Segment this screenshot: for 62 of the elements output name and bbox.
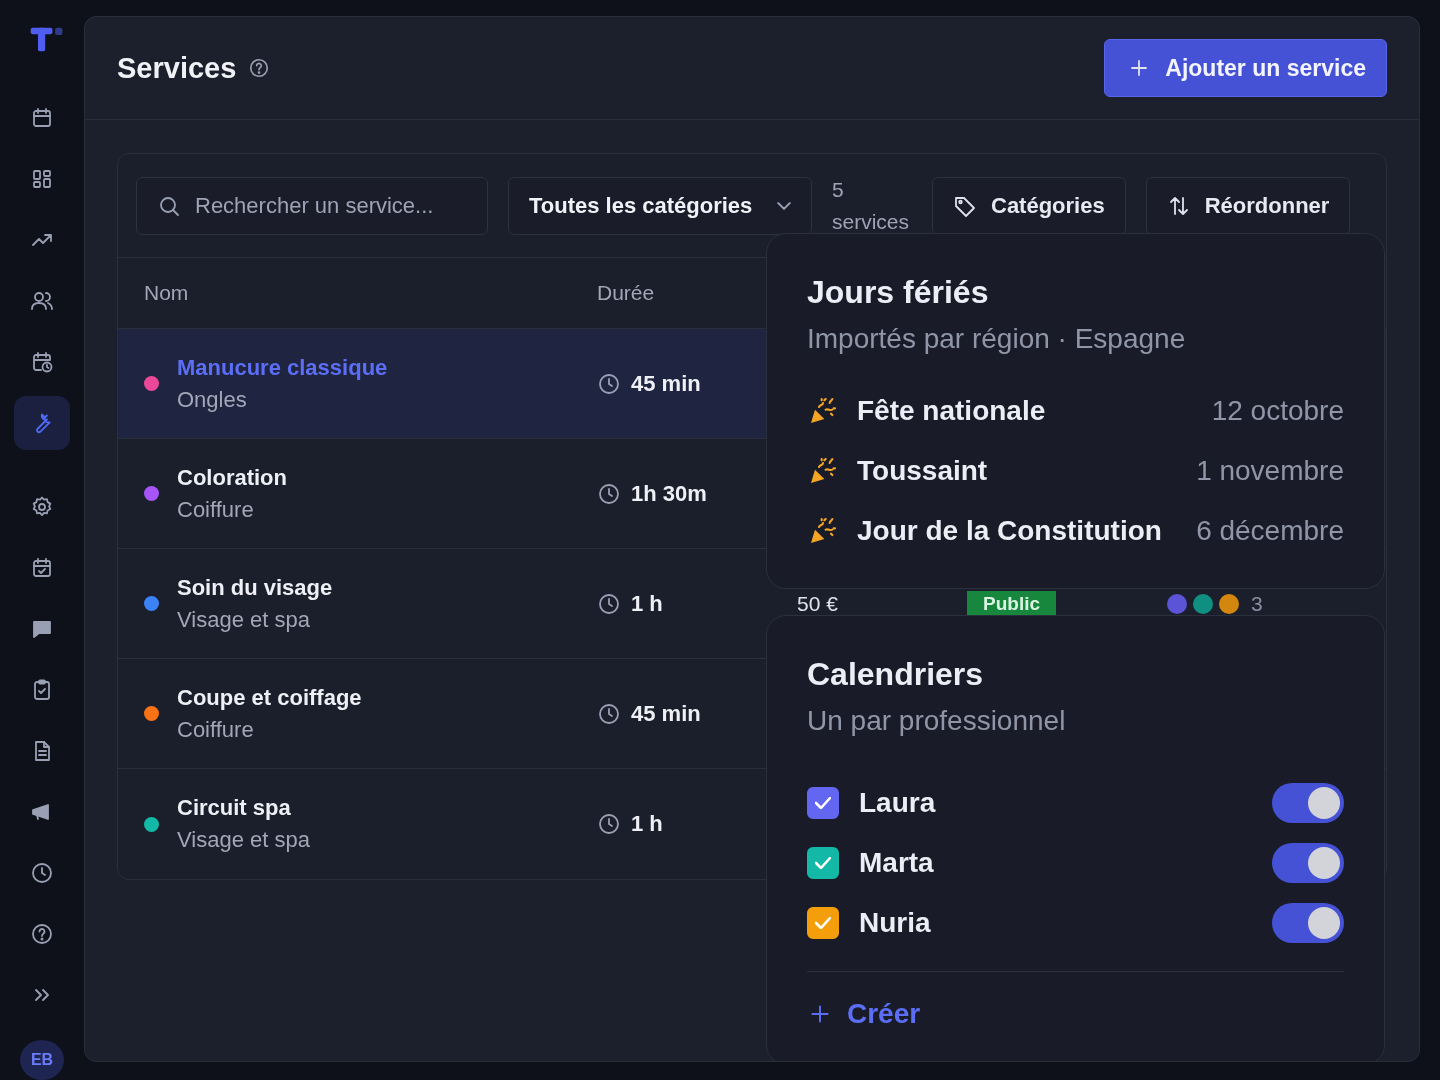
search-input[interactable]: Rechercher un service... xyxy=(193,191,467,220)
user-avatar[interactable]: EB xyxy=(20,1040,64,1080)
checkbox[interactable] xyxy=(807,787,839,819)
category-dropdown[interactable]: Toutes les catégories xyxy=(508,176,812,235)
holiday-date: 12 octobre xyxy=(1211,395,1344,427)
popover-title: Jours fériés xyxy=(807,274,990,311)
check-icon xyxy=(815,857,831,869)
popover-subtitle: Un par professionnel xyxy=(807,705,1067,737)
holiday-date: 6 décembre xyxy=(1196,515,1344,547)
clock-icon xyxy=(597,371,621,396)
holiday-name: Jour de la Constitution xyxy=(857,515,1162,547)
create-link[interactable]: Créer xyxy=(807,998,1344,1030)
search-field[interactable]: Rechercher un service... xyxy=(136,176,488,235)
clock-icon xyxy=(597,701,621,726)
toggle-switch[interactable] xyxy=(1272,903,1344,943)
service-category: Visage et spa xyxy=(177,606,311,633)
page-title: Services xyxy=(117,51,237,85)
duration-text: 45 min xyxy=(631,700,701,727)
clock-icon xyxy=(30,861,54,886)
service-name: Coupe et coiffage xyxy=(177,684,362,711)
check-icon xyxy=(815,917,831,929)
service-category: Visage et spa xyxy=(177,827,310,853)
holiday-name: Toussaint xyxy=(857,455,988,487)
service-name: Circuit spa xyxy=(177,795,292,821)
visibility-badge: Public xyxy=(967,590,1056,616)
duration-text: 1 h xyxy=(631,811,663,837)
calendar-name: Marta xyxy=(859,847,934,879)
check-icon xyxy=(815,797,831,809)
service-category: Coiffure xyxy=(177,716,255,743)
service-name: Soin du visage xyxy=(177,574,333,601)
duration-text: 1h 30m xyxy=(631,480,707,507)
column-header: Durée xyxy=(597,281,656,305)
column-header: Nom xyxy=(144,281,190,305)
service-category: Ongles xyxy=(177,386,248,413)
service-count: 5 services xyxy=(832,176,911,235)
calendar-name: Laura xyxy=(859,787,936,819)
reorder-button[interactable]: Réordonner xyxy=(1145,176,1351,235)
categories-button[interactable]: Catégories xyxy=(932,176,1126,235)
toggle-switch[interactable] xyxy=(1272,843,1344,883)
duration-text: 1 h xyxy=(631,590,663,617)
holiday-date: 1 novembre xyxy=(1196,455,1344,487)
staff-count: 3 xyxy=(1251,591,1263,616)
add-service-button[interactable]: Ajouter un service xyxy=(1104,39,1387,97)
price-text: 50 € xyxy=(797,591,839,616)
help-icon xyxy=(248,57,271,79)
calendar-name: Nuria xyxy=(859,907,931,939)
clock-icon xyxy=(597,481,621,506)
service-name: Manucure classique xyxy=(177,354,388,381)
clock-icon xyxy=(597,812,621,836)
calendar-clock-icon xyxy=(30,350,54,375)
service-name: Coloration xyxy=(177,464,287,491)
popover-title: Calendriers xyxy=(807,656,985,693)
duration-text: 45 min xyxy=(631,370,701,397)
help-icon xyxy=(30,922,54,947)
holiday-name: Fête nationale xyxy=(857,395,1046,427)
nav-item[interactable] xyxy=(14,396,70,451)
chevron-down-icon xyxy=(777,201,791,210)
toggle-switch[interactable] xyxy=(1272,783,1344,823)
clock-icon xyxy=(597,591,621,616)
checkbox[interactable] xyxy=(807,907,839,939)
checkbox[interactable] xyxy=(807,847,839,879)
service-category: Coiffure xyxy=(177,496,255,523)
